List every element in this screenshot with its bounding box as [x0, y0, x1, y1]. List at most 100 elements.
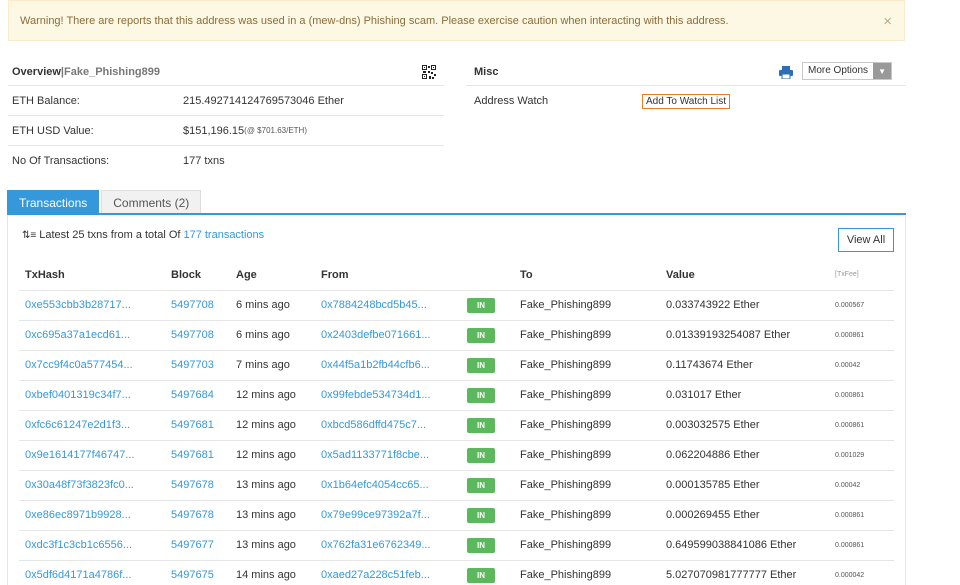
table-row: 0x5df6d4171a4786f... 5497675 14 mins ago 0x…: [19, 560, 894, 585]
tx-hash-link[interactable]: 0xbef0401319c34f7...: [19, 380, 165, 411]
from-address-link[interactable]: 0x99febde534734d1...: [315, 380, 461, 411]
address-name: Fake_Phishing899: [64, 65, 160, 78]
tx-hash-link[interactable]: 0xe553cbb3b28717...: [19, 290, 165, 321]
block-link[interactable]: 5497675: [165, 560, 230, 585]
tx-hash-link[interactable]: 0x7cc9f4c0a577454...: [19, 350, 165, 381]
add-to-watch-list-button[interactable]: Add To Watch List: [642, 93, 731, 109]
direction-cell: IN: [461, 320, 514, 351]
header-txfee: [TxFee]: [829, 260, 894, 291]
misc-title: Misc: [474, 65, 499, 78]
from-address-link[interactable]: 0x5ad1133771f8cbe...: [315, 440, 461, 471]
to-address: Fake_Phishing899: [514, 290, 660, 321]
tx-hash-link[interactable]: 0xe86ec8971b9928...: [19, 500, 165, 531]
direction-cell: IN: [461, 380, 514, 411]
eth-price: (@ $701.63/ETH): [244, 126, 307, 135]
address-watch-row: Address Watch Add To Watch List: [466, 86, 906, 116]
from-address-link[interactable]: 0xbcd586dffd475c7...: [315, 410, 461, 441]
to-address: Fake_Phishing899: [514, 500, 660, 531]
value-cell: 0.033743922 Ether: [660, 290, 829, 321]
tx-hash-link[interactable]: 0x30a48f73f3823fc0...: [19, 470, 165, 501]
header-value: Value: [660, 260, 829, 291]
from-address-link[interactable]: 0x44f5a1b2fb44cfb6...: [315, 350, 461, 381]
block-link[interactable]: 5497708: [165, 290, 230, 321]
block-link[interactable]: 5497703: [165, 350, 230, 381]
eth-balance-label: ETH Balance:: [12, 94, 80, 107]
direction-badge: IN: [467, 537, 495, 553]
transactions-summary: ⇅≡ Latest 25 txns from a total Of 177 tr…: [22, 229, 264, 241]
tx-count-label: No Of Transactions:: [12, 155, 110, 167]
tab-bar: Transactions Comments (2): [7, 190, 202, 214]
header-txhash: TxHash: [19, 260, 165, 291]
tx-hash-link[interactable]: 0x5df6d4171a4786f...: [19, 560, 165, 585]
more-options-label: More Options: [808, 65, 869, 76]
eth-balance-row: ETH Balance: 215.492714124769573046 Ethe…: [8, 86, 444, 116]
tx-hash-link[interactable]: 0xc695a37a1ecd61...: [19, 320, 165, 351]
table-header-row: TxHash Block Age From To Value [TxFee]: [19, 260, 894, 291]
direction-badge: IN: [467, 567, 495, 583]
tx-hash-link[interactable]: 0x9e1614177f46747...: [19, 440, 165, 471]
table-row: 0xe86ec8971b9928... 5497678 13 mins ago 0x7…: [19, 500, 894, 531]
qr-code-icon[interactable]: [422, 65, 436, 79]
tab-comments[interactable]: Comments (2): [101, 190, 202, 214]
direction-badge: IN: [467, 387, 495, 403]
overview-panel: Overview | Fake_Phishing899 ETH Balance:…: [8, 58, 444, 176]
block-link[interactable]: 5497677: [165, 530, 230, 561]
direction-badge: IN: [467, 417, 495, 433]
age-cell: 7 mins ago: [230, 350, 315, 381]
txfee-cell: 0.000861: [829, 380, 894, 411]
age-cell: 6 mins ago: [230, 290, 315, 321]
table-row: 0xfc6c61247e2d1f3... 5497681 12 mins ago 0x…: [19, 410, 894, 441]
txfee-cell: 0.000861: [829, 500, 894, 531]
from-address-link[interactable]: 0x2403defbe071661...: [315, 320, 461, 351]
sort-icon: ⇅≡: [22, 229, 37, 241]
txfee-cell: 0.00042: [829, 470, 894, 501]
block-link[interactable]: 5497684: [165, 380, 230, 411]
to-address: Fake_Phishing899: [514, 350, 660, 381]
direction-badge: IN: [467, 447, 495, 463]
phishing-warning-banner: Warning! There are reports that this add…: [8, 0, 905, 41]
tx-count-value: 177 txns: [183, 155, 225, 167]
to-address: Fake_Phishing899: [514, 470, 660, 501]
txfee-cell: 0.000042: [829, 560, 894, 585]
age-cell: 13 mins ago: [230, 470, 315, 501]
close-icon[interactable]: ×: [883, 1, 892, 42]
view-all-button[interactable]: View All: [838, 228, 894, 252]
printer-icon[interactable]: [779, 66, 793, 79]
misc-header: Misc More Options ▼: [466, 58, 906, 86]
from-address-link[interactable]: 0x7884248bcd5b45...: [315, 290, 461, 321]
more-options-button[interactable]: More Options ▼: [802, 62, 893, 80]
from-address-link[interactable]: 0x762fa31e6762349...: [315, 530, 461, 561]
age-cell: 12 mins ago: [230, 410, 315, 441]
block-link[interactable]: 5497678: [165, 470, 230, 501]
eth-balance-value: 215.492714124769573046 Ether: [183, 94, 344, 107]
tx-hash-link[interactable]: 0xfc6c61247e2d1f3...: [19, 410, 165, 441]
usd-value: $151,196.15: [183, 124, 245, 137]
block-link[interactable]: 5497678: [165, 500, 230, 531]
tx-count-row: No Of Transactions: 177 txns: [8, 146, 444, 176]
age-cell: 13 mins ago: [230, 500, 315, 531]
txfee-cell: 0.000861: [829, 410, 894, 441]
from-address-link[interactable]: 0x79e99ce97392a7f...: [315, 500, 461, 531]
txfee-cell: 0.00042: [829, 350, 894, 381]
direction-cell: IN: [461, 560, 514, 585]
table-row: 0x9e1614177f46747... 5497681 12 mins ago 0x…: [19, 440, 894, 471]
age-cell: 12 mins ago: [230, 440, 315, 471]
misc-panel: Misc More Options ▼ Address Watch Add To…: [466, 58, 906, 116]
total-transactions-link[interactable]: 177 transactions: [183, 229, 264, 241]
direction-badge: IN: [467, 327, 495, 343]
header-block: Block: [165, 260, 230, 291]
table-row: 0xc695a37a1ecd61... 5497708 6 mins ago 0x24…: [19, 320, 894, 351]
block-link[interactable]: 5497708: [165, 320, 230, 351]
overview-header: Overview | Fake_Phishing899: [8, 58, 444, 86]
tab-transactions[interactable]: Transactions: [7, 190, 100, 214]
overview-title: Overview: [12, 65, 61, 78]
tx-hash-link[interactable]: 0xdc3f1c3cb1c6556...: [19, 530, 165, 561]
from-address-link[interactable]: 0xaed27a228c51feb...: [315, 560, 461, 585]
block-link[interactable]: 5497681: [165, 440, 230, 471]
table-row: 0x7cc9f4c0a577454... 5497703 7 mins ago 0x4…: [19, 350, 894, 381]
from-address-link[interactable]: 0x1b64efc4054cc65...: [315, 470, 461, 501]
direction-badge: IN: [467, 297, 495, 313]
block-link[interactable]: 5497681: [165, 410, 230, 441]
age-cell: 13 mins ago: [230, 530, 315, 561]
value-cell: 0.003032575 Ether: [660, 410, 829, 441]
